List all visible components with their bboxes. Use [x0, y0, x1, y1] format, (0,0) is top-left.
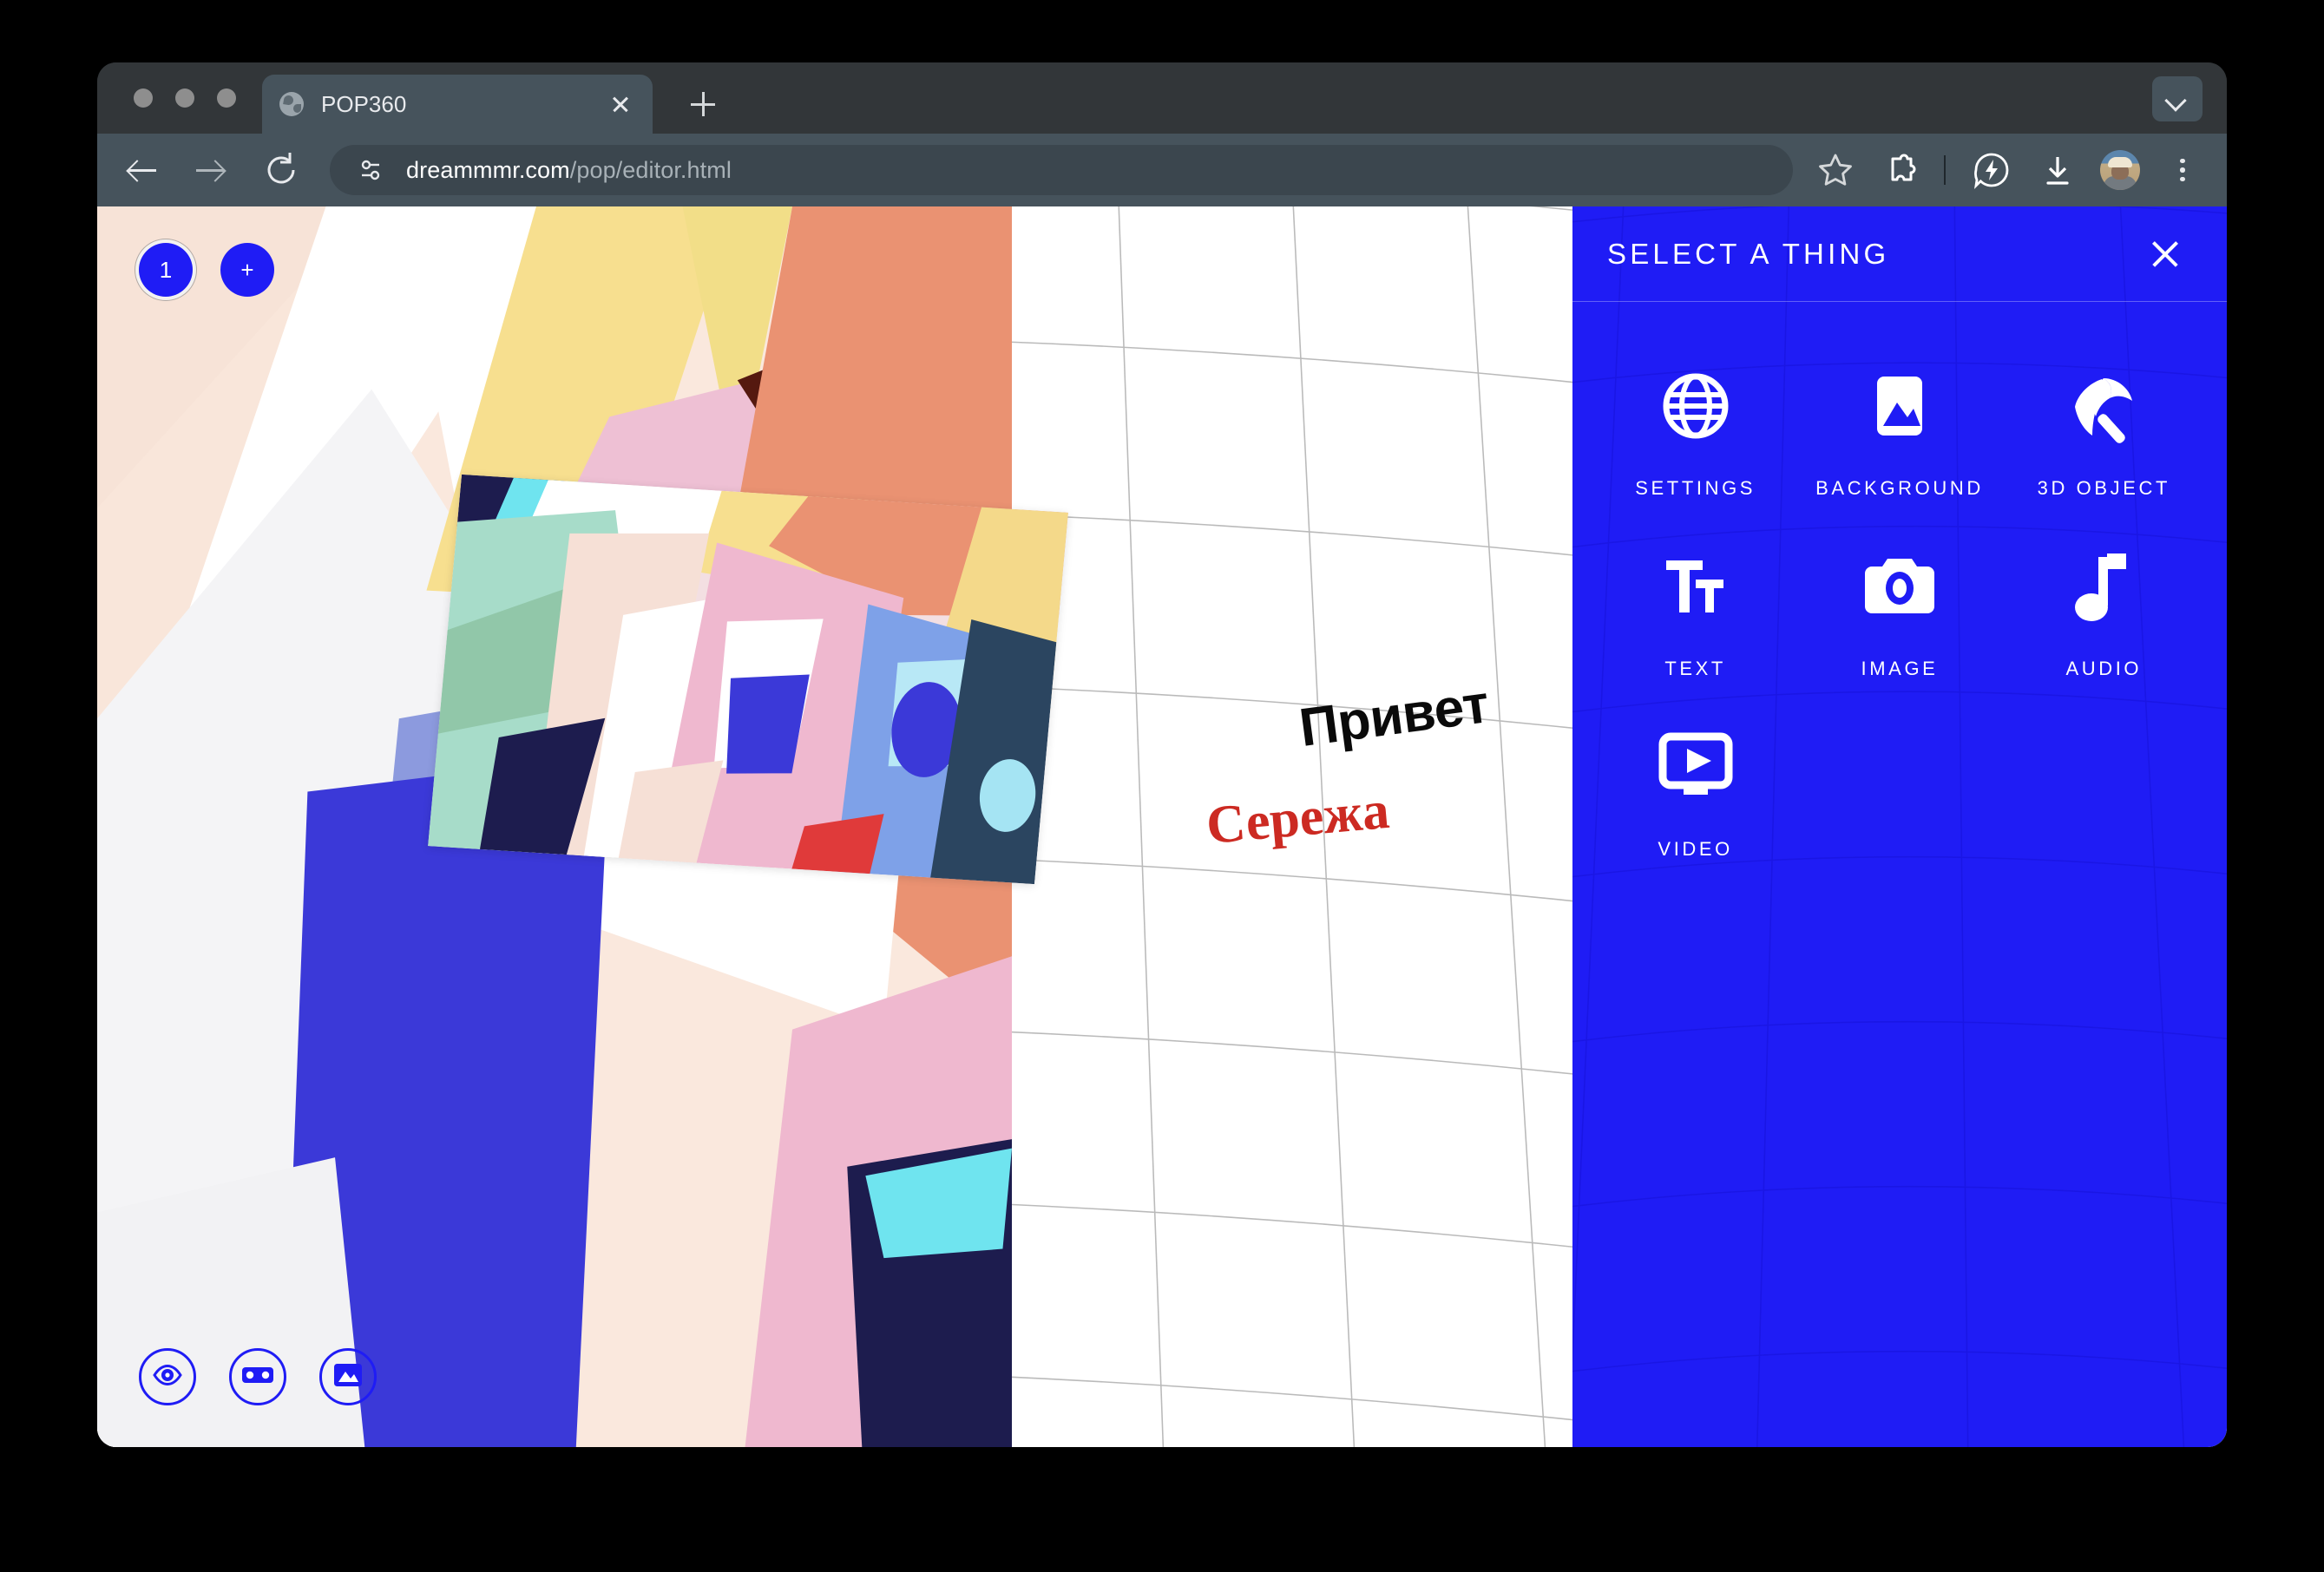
thing-item-video[interactable]: VIDEO	[1593, 708, 1797, 869]
avatar-hat	[2108, 157, 2132, 167]
url-path: /pop/editor.html	[569, 156, 732, 183]
preview-eye-icon	[152, 1359, 183, 1395]
thing-item-text[interactable]: TEXT	[1593, 527, 1797, 689]
menu-dot	[2180, 176, 2185, 182]
preview-eye-button[interactable]	[139, 1348, 196, 1405]
reload-icon[interactable]	[259, 147, 304, 193]
tab-strip: POP360	[97, 62, 2227, 134]
chevron-down-icon	[2164, 89, 2187, 112]
close-icon[interactable]	[2145, 234, 2185, 274]
thing-item-image[interactable]: IMAGE	[1797, 527, 2001, 689]
globe-icon	[1659, 359, 1732, 453]
url-text: dreammmr.com/pop/editor.html	[406, 157, 732, 184]
thing-label: SETTINGS	[1635, 477, 1756, 499]
bookmark-star-icon[interactable]	[1812, 147, 1859, 193]
site-info-icon[interactable]	[352, 152, 389, 188]
close-window-button[interactable]	[134, 88, 153, 108]
panel-header: SELECT A THING	[1572, 206, 2227, 302]
page-viewport: Привет Сережа 1 + SELECT A THING SETTING…	[97, 206, 2227, 1447]
camera-icon	[1861, 540, 1938, 633]
thing-item-3d-object[interactable]: 3D OBJECT	[2002, 347, 2206, 508]
three-dot-menu-icon[interactable]	[2161, 158, 2204, 182]
vr-mode-button[interactable]	[229, 1348, 286, 1405]
video-monitor-icon	[1658, 720, 1734, 814]
window-controls	[134, 62, 236, 134]
back-arrow-icon[interactable]	[120, 147, 165, 193]
thing-label: TEXT	[1664, 658, 1726, 679]
thing-label: AUDIO	[2065, 658, 2143, 679]
extensions-puzzle-icon[interactable]	[1878, 147, 1925, 193]
thing-label: BACKGROUND	[1815, 477, 1984, 499]
text-format-icon	[1659, 540, 1732, 633]
url-domain: dreammmr.com	[406, 156, 570, 183]
close-icon[interactable]	[606, 89, 635, 119]
thing-label: VIDEO	[1658, 838, 1733, 860]
browser-toolbar: dreammmr.com/pop/editor.html	[97, 134, 2227, 206]
canvas-toolbar	[139, 1348, 377, 1405]
forward-arrow-icon[interactable]	[187, 147, 233, 193]
editor-canvas[interactable]: Привет Сережа 1 +	[97, 206, 1572, 1447]
download-icon[interactable]	[2034, 147, 2081, 193]
thing-item-background[interactable]: BACKGROUND	[1797, 347, 2001, 508]
select-a-thing-panel: SELECT A THING SETTINGS BACKGROUND 3D OB…	[1572, 206, 2227, 1447]
background-image-icon	[333, 1362, 363, 1392]
profile-avatar[interactable]	[2100, 150, 2140, 190]
menu-dot	[2180, 167, 2185, 173]
thing-label: 3D OBJECT	[2037, 477, 2171, 499]
browser-window: POP360 dreammmr.com/pop/editor.html Прив…	[97, 62, 2227, 1447]
scene-chip-1[interactable]: 1	[139, 243, 193, 297]
menu-dot	[2180, 158, 2185, 164]
add-scene-button[interactable]: +	[220, 243, 274, 297]
tab-title: POP360	[321, 90, 407, 117]
music-note-icon	[2072, 540, 2135, 633]
scene-chip-label: 1	[159, 256, 173, 283]
background-image-button[interactable]	[319, 1348, 377, 1405]
image-layer[interactable]	[428, 474, 1068, 885]
thing-grid: SETTINGS BACKGROUND 3D OBJECT TEXT IMAGE…	[1572, 302, 2227, 869]
vr-goggles-icon	[241, 1363, 274, 1392]
minimize-window-button[interactable]	[175, 88, 194, 108]
panel-title: SELECT A THING	[1607, 237, 1890, 270]
new-tab-button[interactable]	[680, 82, 725, 127]
energy-saver-leaf-icon[interactable]	[1968, 147, 2015, 193]
thing-label: IMAGE	[1861, 658, 1939, 679]
scene-selector: 1 +	[139, 243, 274, 297]
add-scene-label: +	[240, 256, 254, 283]
thing-item-settings[interactable]: SETTINGS	[1593, 347, 1797, 508]
globe-icon	[279, 92, 304, 116]
maximize-window-button[interactable]	[217, 88, 236, 108]
tab-search-button[interactable]	[2152, 76, 2203, 121]
umbrella-icon	[2064, 359, 2143, 453]
toolbar-divider	[1944, 155, 1946, 185]
image-icon	[1863, 359, 1936, 453]
thing-item-audio[interactable]: AUDIO	[2002, 527, 2206, 689]
browser-tab-pop360[interactable]: POP360	[262, 75, 653, 134]
address-bar[interactable]: dreammmr.com/pop/editor.html	[330, 145, 1793, 195]
